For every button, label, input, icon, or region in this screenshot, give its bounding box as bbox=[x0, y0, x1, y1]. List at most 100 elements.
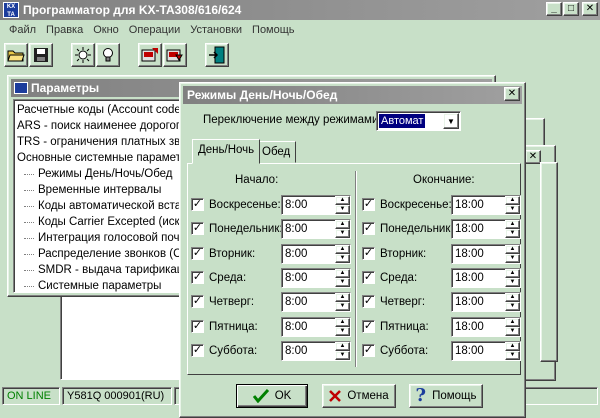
menu-settings[interactable]: Установки bbox=[185, 24, 247, 36]
thursday-end-checkbox[interactable]: ✓ bbox=[362, 295, 375, 308]
tuesday-start-checkbox[interactable]: ✓ bbox=[191, 247, 204, 260]
spin-down-icon[interactable]: ▼ bbox=[335, 327, 350, 336]
mode-select[interactable]: Автомат ▼ bbox=[376, 111, 461, 131]
exit-door-icon bbox=[209, 46, 225, 64]
app-icon[interactable]: KX TA bbox=[3, 2, 19, 18]
menu-window[interactable]: Окно bbox=[88, 24, 124, 36]
spin-down-icon[interactable]: ▼ bbox=[505, 229, 520, 238]
day-night-lunch-dialog[interactable]: Режимы День/Ночь/Обед ✕ Переключение меж… bbox=[179, 82, 526, 418]
tuesday-start-label: Вторник: bbox=[209, 248, 256, 260]
thursday-end-time[interactable]: 18:00 ▲ ▼ bbox=[451, 292, 521, 312]
thursday-start-time[interactable]: 8:00 ▲ ▼ bbox=[281, 292, 351, 312]
wednesday-end-checkbox[interactable]: ✓ bbox=[362, 271, 375, 284]
mode-switch-label: Переключение между режимами: bbox=[203, 114, 382, 126]
menu-help[interactable]: Помощь bbox=[247, 24, 300, 36]
thursday-start-checkbox[interactable]: ✓ bbox=[191, 295, 204, 308]
maximize-button[interactable]: □ bbox=[563, 2, 579, 16]
background-window-3[interactable] bbox=[540, 162, 558, 362]
sunday-start-time[interactable]: 8:00 ▲ ▼ bbox=[281, 195, 351, 215]
saturday-end-time[interactable]: 18:00 ▲ ▼ bbox=[451, 341, 521, 361]
monday-start-label: Понедельник: bbox=[209, 223, 283, 235]
open-folder-button[interactable] bbox=[4, 43, 28, 67]
spin-down-icon[interactable]: ▼ bbox=[335, 278, 350, 287]
friday-start-checkbox[interactable]: ✓ bbox=[191, 320, 204, 333]
tab-lunch[interactable]: Обед bbox=[256, 141, 297, 163]
monday-end-time[interactable]: 18:00 ▲ ▼ bbox=[451, 219, 521, 239]
spin-up-icon[interactable]: ▲ bbox=[335, 269, 350, 278]
spin-up-icon[interactable]: ▲ bbox=[505, 220, 520, 229]
menu-operations[interactable]: Операции bbox=[124, 24, 185, 36]
dialog-close-button[interactable]: ✕ bbox=[504, 87, 520, 101]
save-button[interactable] bbox=[29, 43, 53, 67]
spin-down-icon[interactable]: ▼ bbox=[505, 278, 520, 287]
sunday-start-checkbox[interactable]: ✓ bbox=[191, 198, 204, 211]
dialog-titlebar[interactable]: Режимы День/Ночь/Обед ✕ bbox=[183, 86, 522, 104]
spin-up-icon[interactable]: ▲ bbox=[505, 293, 520, 302]
spin-down-icon[interactable]: ▼ bbox=[505, 254, 520, 263]
friday-end-time[interactable]: 18:00 ▲ ▼ bbox=[451, 317, 521, 337]
spin-down-icon[interactable]: ▼ bbox=[335, 229, 350, 238]
wednesday-end-time[interactable]: 18:00 ▲ ▼ bbox=[451, 268, 521, 288]
saturday-end-checkbox[interactable]: ✓ bbox=[362, 344, 375, 357]
sunday-end-checkbox[interactable]: ✓ bbox=[362, 198, 375, 211]
friday-start-time[interactable]: 8:00 ▲ ▼ bbox=[281, 317, 351, 337]
monday-start-time[interactable]: 8:00 ▲ ▼ bbox=[281, 219, 351, 239]
saturday-start-time[interactable]: 8:00 ▲ ▼ bbox=[281, 341, 351, 361]
saturday-start-checkbox[interactable]: ✓ bbox=[191, 344, 204, 357]
monday-end-time-value: 18:00 bbox=[455, 223, 484, 235]
chevron-down-icon[interactable]: ▼ bbox=[443, 113, 459, 129]
spin-up-icon[interactable]: ▲ bbox=[335, 293, 350, 302]
cancel-button[interactable]: Отмена bbox=[322, 384, 396, 408]
spin-down-icon[interactable]: ▼ bbox=[505, 205, 520, 214]
tuesday-start-time[interactable]: 8:00 ▲ ▼ bbox=[281, 244, 351, 264]
background-window-close-button[interactable]: ✕ bbox=[525, 150, 541, 164]
parameters-title: Параметры bbox=[31, 81, 100, 95]
spin-down-icon[interactable]: ▼ bbox=[335, 351, 350, 360]
spin-up-icon[interactable]: ▲ bbox=[505, 196, 520, 205]
spin-up-icon[interactable]: ▲ bbox=[335, 342, 350, 351]
minimize-button[interactable]: _ bbox=[546, 2, 562, 16]
read-pbx-button[interactable] bbox=[138, 43, 162, 67]
spin-down-icon[interactable]: ▼ bbox=[335, 205, 350, 214]
menu-edit[interactable]: Правка bbox=[41, 24, 88, 36]
ok-button[interactable]: OK bbox=[236, 384, 308, 408]
spin-up-icon[interactable]: ▲ bbox=[335, 318, 350, 327]
menu-file[interactable]: Файл bbox=[4, 24, 41, 36]
friday-end-checkbox[interactable]: ✓ bbox=[362, 320, 375, 333]
spin-up-icon[interactable]: ▲ bbox=[335, 196, 350, 205]
tuesday-end-time[interactable]: 18:00 ▲ ▼ bbox=[451, 244, 521, 264]
menubar: Файл Правка Окно Операции Установки Помо… bbox=[0, 21, 600, 39]
spin-up-icon[interactable]: ▲ bbox=[505, 269, 520, 278]
close-button[interactable]: ✕ bbox=[582, 2, 598, 16]
parameters-window-icon bbox=[14, 82, 28, 94]
tab-day-night[interactable]: День/Ночь bbox=[192, 139, 261, 164]
friday-start-label: Пятница: bbox=[209, 321, 258, 333]
help-button[interactable]: ? Помощь bbox=[409, 384, 483, 408]
idea-button[interactable] bbox=[71, 43, 95, 67]
lightbulb-button[interactable] bbox=[96, 43, 120, 67]
question-mark-icon: ? bbox=[415, 385, 427, 406]
friday-end-time-value: 18:00 bbox=[455, 321, 484, 333]
spin-up-icon[interactable]: ▲ bbox=[335, 220, 350, 229]
write-pbx-button[interactable] bbox=[163, 43, 187, 67]
spin-down-icon[interactable]: ▼ bbox=[335, 254, 350, 263]
spin-down-icon[interactable]: ▼ bbox=[505, 327, 520, 336]
spin-up-icon[interactable]: ▲ bbox=[505, 342, 520, 351]
monday-end-label: Понедельник: bbox=[380, 223, 454, 235]
monday-start-checkbox[interactable]: ✓ bbox=[191, 222, 204, 235]
spin-up-icon[interactable]: ▲ bbox=[505, 245, 520, 254]
wednesday-start-checkbox[interactable]: ✓ bbox=[191, 271, 204, 284]
sunday-end-time[interactable]: 18:00 ▲ ▼ bbox=[451, 195, 521, 215]
spin-up-icon[interactable]: ▲ bbox=[505, 318, 520, 327]
main-titlebar[interactable]: KX TA Программатор для KX-TA308/616/624 … bbox=[0, 0, 600, 20]
exit-button[interactable] bbox=[205, 43, 229, 67]
spin-up-icon[interactable]: ▲ bbox=[335, 245, 350, 254]
spin-down-icon[interactable]: ▼ bbox=[505, 351, 520, 360]
wednesday-start-time[interactable]: 8:00 ▲ ▼ bbox=[281, 268, 351, 288]
spin-down-icon[interactable]: ▼ bbox=[335, 302, 350, 311]
spin-down-icon[interactable]: ▼ bbox=[505, 302, 520, 311]
thursday-end-time-value: 18:00 bbox=[455, 296, 484, 308]
tuesday-end-checkbox[interactable]: ✓ bbox=[362, 247, 375, 260]
thursday-start-time-value: 8:00 bbox=[285, 296, 308, 308]
monday-end-checkbox[interactable]: ✓ bbox=[362, 222, 375, 235]
